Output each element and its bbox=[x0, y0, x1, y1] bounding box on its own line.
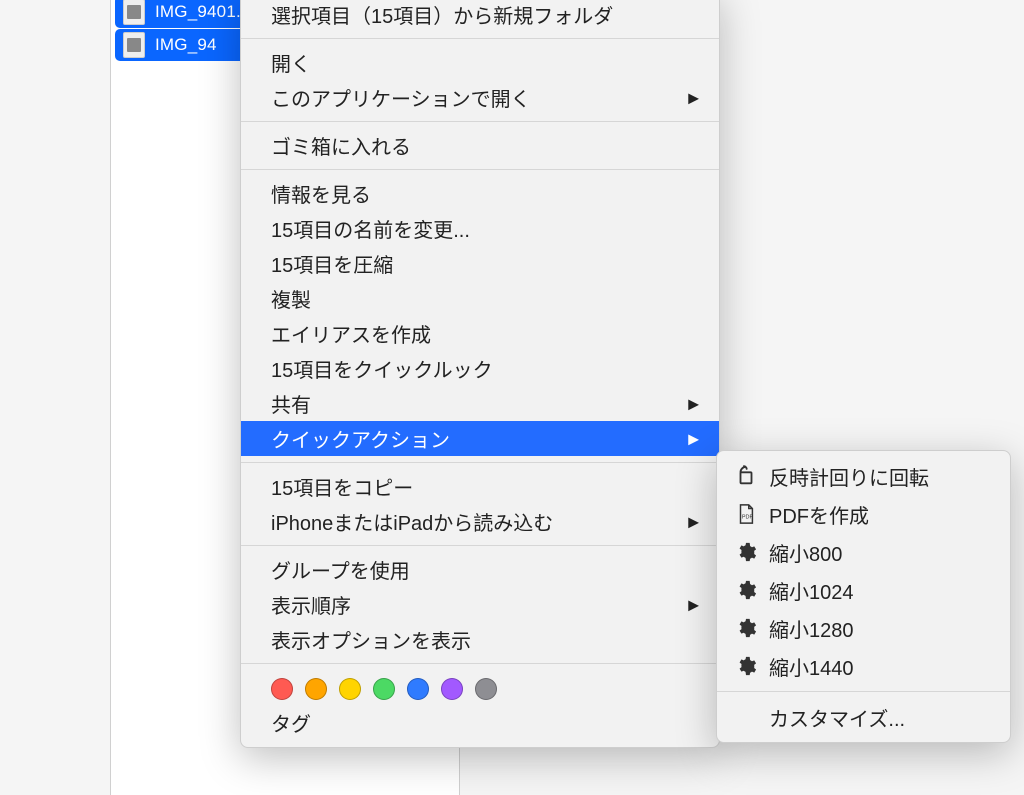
menu-separator bbox=[241, 38, 719, 39]
spacer-icon bbox=[735, 706, 757, 728]
menu-label: 表示オプションを表示 bbox=[271, 625, 471, 654]
menu-new-folder-from-selection[interactable]: 選択項目（15項目）から新規フォルダ bbox=[241, 0, 719, 32]
submenu-create-pdf[interactable]: PDF PDFを作成 bbox=[717, 495, 1010, 533]
submenu-customize[interactable]: カスタマイズ... bbox=[717, 698, 1010, 736]
submenu-label: PDFを作成 bbox=[769, 500, 869, 529]
menu-label: 情報を見る bbox=[271, 179, 371, 208]
menu-label: 15項目をクイックルック bbox=[271, 354, 493, 383]
image-file-icon bbox=[123, 0, 145, 25]
submenu-arrow-icon: ▶ bbox=[688, 596, 699, 613]
menu-label: 選択項目（15項目）から新規フォルダ bbox=[271, 0, 613, 29]
submenu-rotate-ccw[interactable]: 反時計回りに回転 bbox=[717, 457, 1010, 495]
gear-icon bbox=[735, 617, 757, 639]
submenu-arrow-icon: ▶ bbox=[688, 513, 699, 530]
menu-separator bbox=[717, 691, 1010, 692]
menu-move-to-trash[interactable]: ゴミ箱に入れる bbox=[241, 128, 719, 163]
menu-rename[interactable]: 15項目の名前を変更... bbox=[241, 211, 719, 246]
menu-copy[interactable]: 15項目をコピー bbox=[241, 469, 719, 504]
tag-orange[interactable] bbox=[305, 678, 327, 700]
submenu-arrow-icon: ▶ bbox=[688, 395, 699, 412]
menu-open[interactable]: 開く bbox=[241, 45, 719, 80]
tag-gray[interactable] bbox=[475, 678, 497, 700]
tag-yellow[interactable] bbox=[339, 678, 361, 700]
menu-share[interactable]: 共有 ▶ bbox=[241, 386, 719, 421]
menu-tags-label: タグ bbox=[241, 704, 719, 737]
menu-separator bbox=[241, 462, 719, 463]
menu-label: タグ bbox=[271, 714, 311, 736]
pdf-file-icon: PDF bbox=[735, 503, 757, 525]
submenu-label: 反時計回りに回転 bbox=[769, 462, 929, 491]
menu-open-with[interactable]: このアプリケーションで開く ▶ bbox=[241, 80, 719, 115]
menu-label: ゴミ箱に入れる bbox=[271, 131, 411, 160]
menu-sort-by[interactable]: 表示順序 ▶ bbox=[241, 587, 719, 622]
submenu-shrink-1280[interactable]: 縮小1280 bbox=[717, 609, 1010, 647]
menu-separator bbox=[241, 169, 719, 170]
gear-icon bbox=[735, 579, 757, 601]
menu-separator bbox=[241, 663, 719, 664]
menu-label: 15項目の名前を変更... bbox=[271, 214, 470, 243]
submenu-label: 縮小1280 bbox=[769, 614, 854, 643]
menu-label: クイックアクション bbox=[271, 424, 450, 453]
submenu-label: 縮小800 bbox=[769, 538, 842, 567]
tag-red[interactable] bbox=[271, 678, 293, 700]
submenu-label: カスタマイズ... bbox=[769, 703, 905, 732]
menu-label: 15項目をコピー bbox=[271, 472, 413, 501]
menu-get-info[interactable]: 情報を見る bbox=[241, 176, 719, 211]
file-name: IMG_94 bbox=[155, 35, 217, 55]
submenu-label: 縮小1024 bbox=[769, 576, 854, 605]
menu-import-from-iphone-ipad[interactable]: iPhoneまたはiPadから読み込む ▶ bbox=[241, 504, 719, 539]
submenu-shrink-1024[interactable]: 縮小1024 bbox=[717, 571, 1010, 609]
menu-separator bbox=[241, 545, 719, 546]
tag-purple[interactable] bbox=[441, 678, 463, 700]
submenu-arrow-icon: ▶ bbox=[688, 89, 699, 106]
submenu-shrink-1440[interactable]: 縮小1440 bbox=[717, 647, 1010, 685]
menu-label: エイリアスを作成 bbox=[271, 319, 431, 348]
menu-duplicate[interactable]: 複製 bbox=[241, 281, 719, 316]
rotate-ccw-icon bbox=[735, 465, 757, 487]
menu-label: 15項目を圧縮 bbox=[271, 249, 393, 278]
tag-green[interactable] bbox=[373, 678, 395, 700]
menu-use-groups[interactable]: グループを使用 bbox=[241, 552, 719, 587]
submenu-shrink-800[interactable]: 縮小800 bbox=[717, 533, 1010, 571]
menu-label: このアプリケーションで開く bbox=[271, 83, 531, 112]
quick-actions-submenu: 反時計回りに回転 PDF PDFを作成 縮小800 縮小1024 縮小1280 bbox=[716, 450, 1011, 743]
image-file-icon bbox=[123, 32, 145, 58]
menu-label: 共有 bbox=[271, 389, 311, 418]
gear-icon bbox=[735, 541, 757, 563]
menu-compress[interactable]: 15項目を圧縮 bbox=[241, 246, 719, 281]
context-menu: 選択項目（15項目）から新規フォルダ 開く このアプリケーションで開く ▶ ゴミ… bbox=[240, 0, 720, 748]
tag-color-row bbox=[241, 670, 719, 704]
tag-blue[interactable] bbox=[407, 678, 429, 700]
menu-label: 開く bbox=[271, 48, 311, 77]
menu-quick-look[interactable]: 15項目をクイックルック bbox=[241, 351, 719, 386]
svg-text:PDF: PDF bbox=[742, 515, 754, 521]
menu-make-alias[interactable]: エイリアスを作成 bbox=[241, 316, 719, 351]
menu-separator bbox=[241, 121, 719, 122]
menu-label: iPhoneまたはiPadから読み込む bbox=[271, 507, 553, 536]
submenu-label: 縮小1440 bbox=[769, 652, 854, 681]
menu-label: 表示順序 bbox=[271, 590, 351, 619]
menu-quick-actions[interactable]: クイックアクション ▶ bbox=[241, 421, 719, 456]
menu-label: グループを使用 bbox=[271, 555, 410, 584]
menu-show-view-options[interactable]: 表示オプションを表示 bbox=[241, 622, 719, 657]
submenu-arrow-icon: ▶ bbox=[688, 430, 699, 447]
gear-icon bbox=[735, 655, 757, 677]
menu-label: 複製 bbox=[271, 284, 311, 313]
